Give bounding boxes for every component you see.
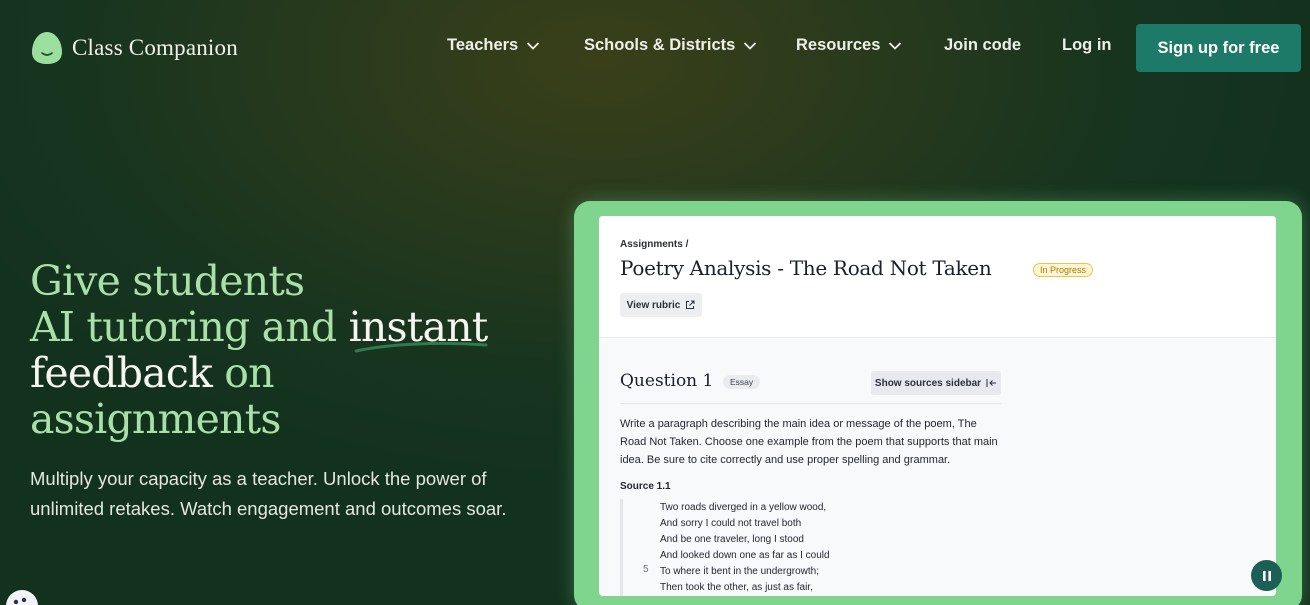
divider (620, 403, 1001, 404)
nav-join-code-label: Join code (944, 36, 1022, 54)
nav-teachers[interactable]: Teachers (447, 36, 540, 55)
nav-schools-label: Schools & Districts (584, 36, 736, 54)
sign-up-button[interactable]: Sign up for free (1136, 24, 1301, 72)
poem-line: Two roads diverged in a yellow wood, (660, 502, 827, 513)
chat-widget-icon[interactable] (4, 584, 40, 605)
highlight-underline-icon (354, 341, 488, 353)
question-type-chip: Essay (723, 375, 761, 389)
question-panel: Question 1 Essay Show sources sidebar Wr… (599, 216, 1276, 596)
poem-line: Then took the other, as just as fair, (660, 582, 813, 593)
brand-logo[interactable]: Class Companion (30, 30, 238, 66)
hero-subtitle: Multiply your capacity as a teacher. Unl… (30, 468, 507, 519)
line-number: 5 (643, 564, 649, 575)
poem-line: And looked down one as far as I could (660, 550, 830, 561)
nav-schools-districts[interactable]: Schools & Districts (584, 36, 757, 55)
hero-title-line3b: on (212, 349, 274, 397)
nav-teachers-label: Teachers (447, 36, 519, 54)
brand-name: Class Companion (72, 35, 238, 60)
hero-title-feedback: feedback (30, 349, 213, 397)
pause-button[interactable] (1251, 560, 1282, 591)
chevron-down-icon (889, 41, 902, 50)
source-quote-bar (620, 499, 623, 596)
poem-line: And be one traveler, long I stood (660, 534, 804, 545)
nav-log-in-label: Log in (1062, 36, 1112, 54)
poem-line: To where it bent in the undergrowth; (660, 566, 819, 577)
nav-join-code[interactable]: Join code (944, 36, 1021, 55)
question-title: Question 1 (620, 371, 714, 391)
hero-title-line2a: AI tutoring and (30, 303, 349, 351)
nav-resources-label: Resources (796, 36, 881, 54)
hero-title-line4: assignments (30, 395, 281, 443)
hero-title-line1: Give students (30, 257, 305, 305)
sidebar-arrow-icon (986, 379, 997, 387)
top-nav: Class Companion Teachers Schools & Distr… (0, 0, 1310, 95)
chevron-down-icon (744, 41, 757, 50)
nav-resources[interactable]: Resources (796, 36, 902, 55)
chevron-down-icon (527, 41, 540, 50)
logo-mark-icon (32, 32, 62, 64)
pause-icon (1262, 570, 1271, 581)
show-sources-label: Show sources sidebar (874, 377, 982, 389)
nav-log-in[interactable]: Log in (1062, 36, 1111, 55)
show-sources-button[interactable]: Show sources sidebar (871, 371, 1001, 395)
poem-line: And sorry I could not travel both (660, 518, 802, 529)
source-label: Source 1.1 (620, 481, 671, 492)
poem-text: Two roads diverged in a yellow wood, And… (660, 500, 830, 596)
question-prompt: Write a paragraph describing the main id… (620, 418, 998, 466)
